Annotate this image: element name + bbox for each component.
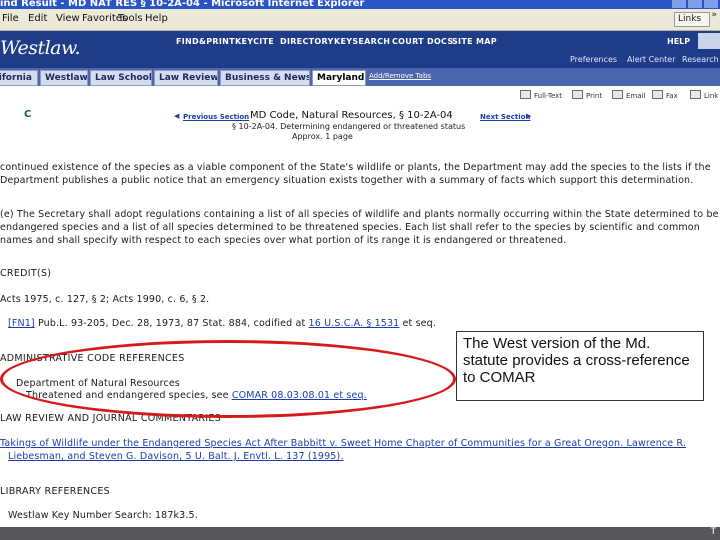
footnote-text: Pub.L. 93-205, Dec. 28, 1973, 87 Stat. 8… [34, 318, 309, 329]
tool-print[interactable]: Print [586, 92, 602, 100]
nav-court-docs[interactable]: COURT DOCS [392, 37, 453, 46]
law-review-link-line1[interactable]: Takings of Wildlife under the Endangered… [0, 438, 686, 449]
credits-heading: CREDIT(S) [0, 268, 52, 279]
westlaw-header: Westlaw. FIND&PRINT KEYCITE DIRECTORY KE… [0, 31, 720, 68]
para1-line1: continued existence of the species as a … [0, 162, 711, 173]
maximize-icon[interactable] [688, 0, 702, 8]
add-remove-tabs-link[interactable]: Add/Remove Tabs [369, 72, 431, 80]
tab-business-news[interactable]: Business & News [220, 70, 310, 86]
tab-label: Law Review [159, 73, 218, 83]
footnote-id-link[interactable]: [FN1] [8, 318, 35, 329]
link-research-trail[interactable]: Research Trail [682, 55, 720, 64]
tab-law-review[interactable]: Law Review [154, 70, 218, 86]
link-alert-center[interactable]: Alert Center [627, 55, 676, 64]
slide-mark: T [710, 527, 717, 537]
tab-law-school[interactable]: Law School [90, 70, 152, 86]
link-preferences[interactable]: Preferences [570, 55, 617, 64]
email-icon[interactable] [612, 90, 623, 99]
tab-label: Law School [95, 73, 152, 83]
next-section-link[interactable]: Next Section [480, 113, 530, 121]
tool-email[interactable]: Email [626, 92, 645, 100]
tab-label: California [0, 73, 32, 83]
para2-line1: (e) The Secretary shall adopt regulation… [0, 209, 719, 220]
menu-file[interactable]: File [2, 13, 19, 24]
close-icon[interactable] [704, 0, 718, 8]
annotation-callout: The West version of the Md. statute prov… [456, 331, 704, 401]
arrow-right-icon[interactable]: ▶ [526, 112, 531, 120]
arrow-left-icon[interactable]: ◀ [174, 112, 179, 120]
menu-help[interactable]: Help [145, 13, 168, 24]
keycite-flag[interactable]: C [24, 109, 31, 120]
link-icon[interactable] [690, 90, 701, 99]
nav-keysearch[interactable]: KEYSEARCH [334, 37, 390, 46]
chevron-right-icon[interactable]: » [711, 10, 717, 20]
print-icon[interactable] [572, 90, 583, 99]
sign-off-button[interactable] [698, 33, 720, 49]
minimize-icon[interactable] [672, 0, 686, 8]
tab-label: Business & News [225, 73, 310, 83]
window-title-bar: ind Result - MD NAT RES § 10-2A-04 - Mic… [0, 0, 720, 9]
tool-fax[interactable]: Fax [666, 92, 678, 100]
links-label: Links [678, 14, 702, 24]
tool-full-text[interactable]: Full-Text [534, 92, 562, 100]
full-text-icon[interactable] [520, 90, 531, 99]
menu-bar: File Edit View Favorites Tools Help Link… [0, 9, 720, 31]
highlight-ellipse [0, 340, 456, 418]
usca-link[interactable]: 16 U.S.C.A. § 1531 [309, 318, 400, 329]
links-button[interactable]: Links [674, 12, 710, 27]
previous-section-link[interactable]: Previous Section [183, 113, 249, 121]
credits-line: Acts 1975, c. 127, § 2; Acts 1990, c. 6,… [0, 294, 210, 305]
nav-site-map[interactable]: SITE MAP [452, 37, 497, 46]
footnote-text-end: et seq. [399, 318, 437, 329]
tab-label: Maryland [317, 73, 365, 83]
library-line: Westlaw Key Number Search: 187k3.5. [8, 510, 198, 521]
document-title: MD Code, Natural Resources, § 10-2A-04 [250, 110, 453, 121]
tab-label: Westlaw [45, 73, 88, 83]
tab-bar: California Westlaw Law School Law Review… [0, 68, 720, 86]
menu-edit[interactable]: Edit [28, 13, 47, 24]
library-references-heading: LIBRARY REFERENCES [0, 486, 110, 497]
nav-help[interactable]: HELP [667, 37, 690, 46]
nav-directory[interactable]: DIRECTORY [280, 37, 334, 46]
nav-keycite[interactable]: KEYCITE [235, 37, 274, 46]
para2-line3: names and shall specify with respect to … [0, 235, 567, 246]
para1-line2: Department publishes a public notice tha… [0, 175, 694, 186]
window-title: ind Result - MD NAT RES § 10-2A-04 - Mic… [0, 0, 365, 9]
menu-view[interactable]: View [56, 13, 80, 24]
footnote-line: [FN1] Pub.L. 93-205, Dec. 28, 1973, 87 S… [8, 318, 436, 329]
law-review-link-line2[interactable]: Liebesman, and Steven G. Davison, 5 U. B… [8, 451, 344, 462]
callout-text: The West version of the Md. statute prov… [463, 335, 690, 386]
status-bar: T [0, 527, 720, 540]
para2-line2: endangered species and a list of all spe… [0, 222, 700, 233]
tab-maryland[interactable]: Maryland [312, 70, 366, 86]
tool-link[interactable]: Link [704, 92, 718, 100]
fax-icon[interactable] [652, 90, 663, 99]
tab-california[interactable]: California [0, 70, 38, 86]
westlaw-logo[interactable]: Westlaw. [0, 37, 81, 59]
nav-find-print[interactable]: FIND&PRINT [176, 37, 235, 46]
document-subtitle: § 10-2A-04. Determining endangered or th… [232, 122, 466, 131]
tab-westlaw[interactable]: Westlaw [40, 70, 88, 86]
document-length: Approx. 1 page [292, 132, 353, 141]
menu-tools[interactable]: Tools [118, 13, 143, 24]
